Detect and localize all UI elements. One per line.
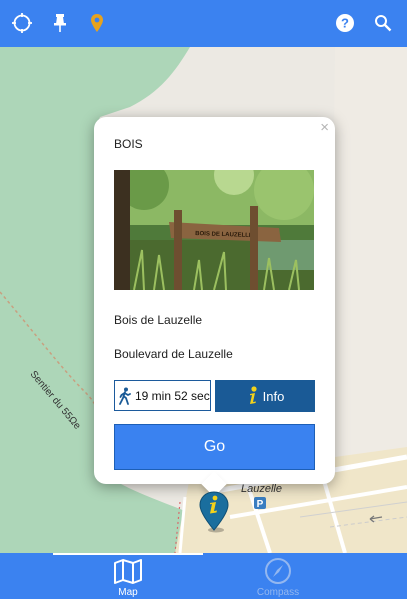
pin-icon[interactable] [48, 11, 72, 35]
info-button[interactable]: Info [215, 380, 315, 412]
help-icon[interactable]: ? [333, 11, 357, 35]
poi-popup: × BOIS BOIS DE LAUZELLE Bois de Lauzelle… [94, 117, 335, 497]
top-toolbar: ? [0, 0, 407, 47]
poi-marker-icon[interactable] [199, 491, 229, 533]
bottom-nav: Map Compass [0, 553, 407, 599]
tab-map-label: Map [118, 587, 138, 598]
tab-compass-label: Compass [256, 587, 300, 598]
popup-title: BOIS [114, 137, 143, 151]
info-icon [249, 386, 257, 404]
svg-text:?: ? [341, 16, 349, 31]
parking-label: P [257, 499, 264, 510]
map-icon [114, 559, 142, 584]
walking-icon [119, 387, 131, 405]
search-icon[interactable] [371, 11, 395, 35]
walk-time: 19 min 52 sec [135, 388, 210, 403]
tab-compass[interactable]: Compass [203, 553, 353, 599]
place-name: Bois de Lauzelle [114, 313, 203, 327]
locate-icon[interactable] [10, 11, 34, 35]
place-label: Lauzelle [241, 483, 282, 495]
poi-photo: BOIS DE LAUZELLE [114, 170, 314, 290]
go-button[interactable]: Go [114, 424, 315, 470]
info-label: Info [262, 388, 285, 404]
location-marker-icon[interactable] [85, 11, 109, 35]
tab-map[interactable]: Map [53, 553, 203, 599]
close-button[interactable]: × [320, 120, 329, 136]
street-name: Boulevard de Lauzelle [114, 347, 233, 361]
compass-icon [265, 558, 291, 584]
walk-time-button[interactable]: 19 min 52 sec [114, 380, 211, 411]
